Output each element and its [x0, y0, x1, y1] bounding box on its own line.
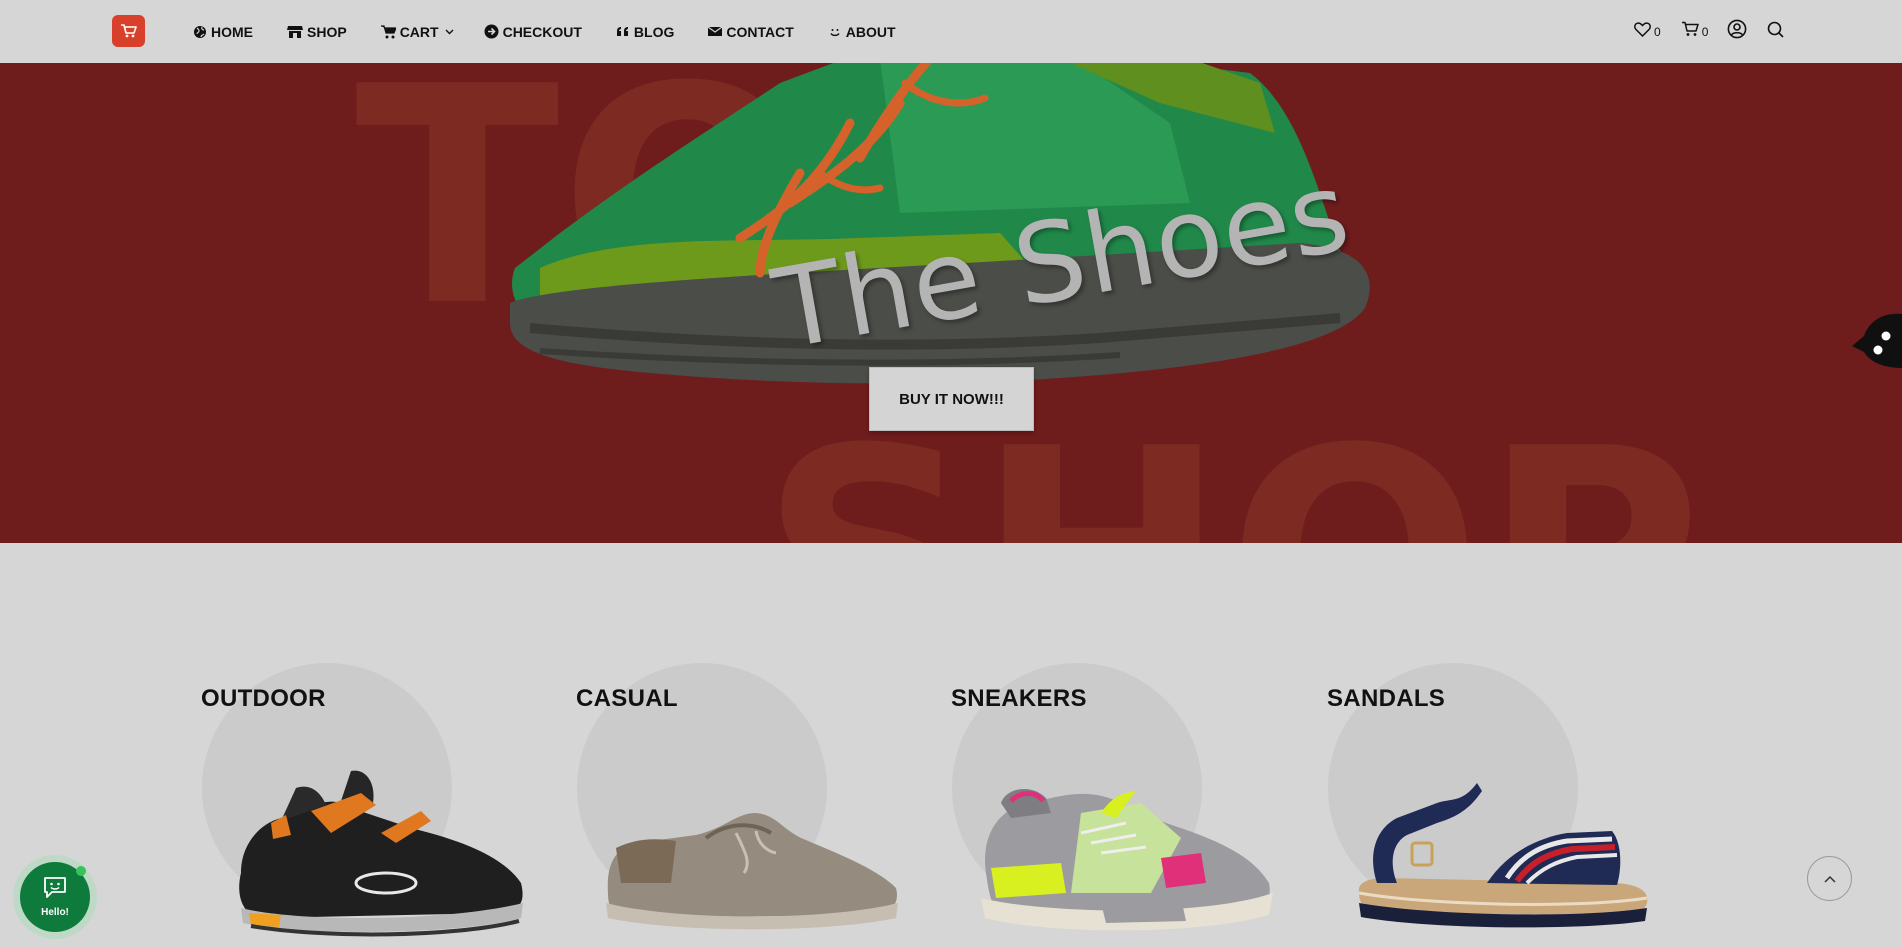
category-outdoor-label: OUTDOOR	[201, 685, 326, 712]
heart-icon	[1634, 21, 1651, 42]
header-actions: 0 0	[1634, 0, 1784, 63]
category-casual[interactable]: CASUAL	[576, 663, 906, 947]
hero-banner: TO SHOP The Shoes BUY IT NOW!!!	[0, 63, 1902, 543]
sandals-shoe-image	[1358, 783, 1648, 928]
category-sandals[interactable]: SANDALS	[1327, 663, 1657, 947]
category-casual-label: CASUAL	[576, 685, 678, 712]
search-button[interactable]	[1767, 21, 1784, 43]
category-sneakers[interactable]: SNEAKERS	[951, 663, 1281, 947]
outdoor-shoe-image	[239, 770, 523, 937]
shopping-cart-logo-icon	[120, 24, 137, 38]
category-outdoor[interactable]: OUTDOOR	[201, 663, 531, 947]
smile-icon	[828, 25, 842, 39]
nav-about[interactable]: ABOUT	[828, 24, 896, 40]
nav-cart-label: CART	[399, 23, 439, 40]
account-button[interactable]	[1727, 19, 1747, 44]
wishlist-count: 0	[1654, 24, 1661, 39]
wishlist-button[interactable]: 0	[1634, 21, 1661, 42]
site-header: HOME SHOP CART CHECKOUT BLOG CONTACT ABO…	[0, 0, 1902, 63]
nav-checkout[interactable]: CHECKOUT	[484, 24, 582, 40]
nav-contact-label: CONTACT	[726, 23, 794, 40]
category-sandals-label: SANDALS	[1327, 685, 1446, 712]
search-icon	[1767, 21, 1784, 43]
casual-shoe-image	[606, 813, 898, 930]
nav-about-label: ABOUT	[845, 23, 896, 40]
arrow-circle-icon	[484, 24, 499, 39]
main-navigation: HOME SHOP CART CHECKOUT BLOG CONTACT ABO…	[193, 0, 930, 63]
cart-icon	[380, 24, 396, 39]
sneakers-shoe-image	[981, 788, 1273, 931]
globe-icon	[193, 25, 207, 39]
quote-icon	[616, 26, 630, 37]
nav-home-label: HOME	[211, 23, 253, 40]
black-cat-peek-icon	[1850, 306, 1902, 381]
nav-blog-label: BLOG	[633, 23, 675, 40]
chevron-up-icon	[1823, 870, 1836, 888]
shop-logo[interactable]	[112, 15, 145, 47]
chevron-down-icon	[445, 29, 454, 35]
chat-widget-button[interactable]: Hello!	[13, 855, 97, 939]
chat-bubble-icon	[42, 876, 68, 905]
buy-it-now-button[interactable]: BUY IT NOW!!!	[869, 367, 1034, 431]
header-cart-button[interactable]: 0	[1681, 21, 1709, 42]
nav-home[interactable]: HOME	[193, 24, 253, 40]
nav-blog[interactable]: BLOG	[616, 24, 674, 40]
nav-cart[interactable]: CART	[380, 23, 454, 40]
nav-shop[interactable]: SHOP	[287, 24, 347, 40]
online-status-dot	[76, 866, 86, 876]
nav-contact[interactable]: CONTACT	[708, 23, 794, 40]
user-icon	[1727, 19, 1747, 44]
cart-count: 0	[1701, 24, 1709, 39]
chat-widget-inner: Hello!	[20, 862, 90, 932]
scroll-to-top-button[interactable]	[1807, 856, 1852, 901]
envelope-icon	[708, 26, 723, 37]
cart-icon	[1681, 21, 1699, 42]
chat-label: Hello!	[41, 907, 69, 918]
nav-shop-label: SHOP	[307, 23, 347, 40]
nav-checkout-label: CHECKOUT	[502, 23, 582, 40]
category-sneakers-label: SNEAKERS	[951, 685, 1087, 712]
store-icon	[287, 25, 303, 39]
